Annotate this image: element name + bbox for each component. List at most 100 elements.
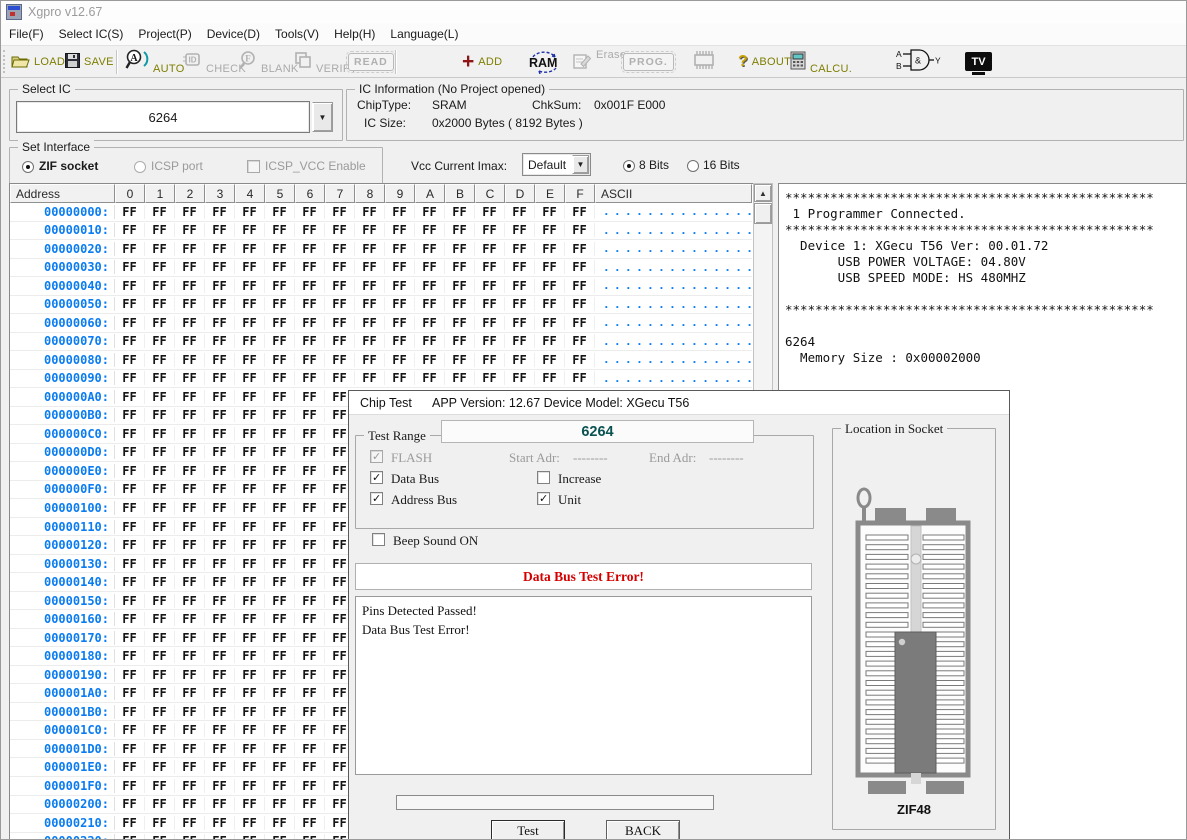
hex-byte-cell[interactable]: FF — [295, 353, 325, 367]
hex-byte-cell[interactable]: FF — [295, 760, 325, 774]
hex-byte-cell[interactable]: FF — [145, 223, 175, 237]
hex-byte-cell[interactable]: FF — [205, 760, 235, 774]
hex-byte-cell[interactable]: FF — [115, 760, 145, 774]
hex-byte-cell[interactable]: FF — [115, 520, 145, 534]
hex-byte-cell[interactable]: FF — [235, 445, 265, 459]
hex-byte-cell[interactable]: FF — [325, 279, 355, 293]
hex-byte-cell[interactable]: FF — [205, 353, 235, 367]
hex-byte-cell[interactable]: FF — [175, 279, 205, 293]
increase-checkbox[interactable] — [537, 471, 550, 484]
hex-byte-cell[interactable]: FF — [295, 594, 325, 608]
hex-byte-cell[interactable]: FF — [265, 723, 295, 737]
hex-byte-cell[interactable]: FF — [145, 520, 175, 534]
hex-byte-cell[interactable]: FF — [385, 260, 415, 274]
hex-byte-cell[interactable]: FF — [535, 297, 565, 311]
hex-byte-cell[interactable]: FF — [295, 668, 325, 682]
hex-byte-cell[interactable]: FF — [535, 260, 565, 274]
hex-byte-cell[interactable]: FF — [145, 538, 175, 552]
menu-item[interactable]: Language(L) — [390, 27, 458, 41]
hex-byte-cell[interactable]: FF — [115, 705, 145, 719]
hex-byte-cell[interactable]: FF — [175, 501, 205, 515]
hex-byte-cell[interactable]: FF — [265, 557, 295, 571]
hex-byte-cell[interactable]: FF — [235, 797, 265, 811]
hex-column-header[interactable]: 3 — [205, 184, 235, 203]
hex-row[interactable]: 00000020:FFFFFFFFFFFFFFFFFFFFFFFFFFFFFFF… — [10, 240, 752, 259]
hex-byte-cell[interactable]: FF — [205, 279, 235, 293]
hex-byte-cell[interactable]: FF — [235, 279, 265, 293]
hex-byte-cell[interactable]: FF — [265, 427, 295, 441]
hex-byte-cell[interactable]: FF — [205, 723, 235, 737]
hex-byte-cell[interactable]: FF — [115, 594, 145, 608]
hex-row[interactable]: 00000040:FFFFFFFFFFFFFFFFFFFFFFFFFFFFFFF… — [10, 277, 752, 296]
hex-byte-cell[interactable]: FF — [325, 260, 355, 274]
hex-row[interactable]: 00000070:FFFFFFFFFFFFFFFFFFFFFFFFFFFFFFF… — [10, 333, 752, 352]
hex-byte-cell[interactable]: FF — [145, 760, 175, 774]
hex-byte-cell[interactable]: FF — [295, 779, 325, 793]
hex-byte-cell[interactable]: FF — [235, 520, 265, 534]
hex-byte-cell[interactable]: FF — [115, 797, 145, 811]
menu-item[interactable]: File(F) — [9, 27, 44, 41]
hex-byte-cell[interactable]: FF — [115, 501, 145, 515]
hex-byte-cell[interactable]: FF — [265, 705, 295, 719]
hex-byte-cell[interactable]: FF — [295, 705, 325, 719]
hex-byte-cell[interactable]: FF — [295, 445, 325, 459]
hex-column-header[interactable]: A — [415, 184, 445, 203]
hex-byte-cell[interactable]: FF — [175, 575, 205, 589]
hex-byte-cell[interactable]: FF — [265, 575, 295, 589]
menu-item[interactable]: Tools(V) — [275, 27, 319, 41]
hex-byte-cell[interactable]: FF — [565, 297, 595, 311]
hex-byte-cell[interactable]: FF — [145, 575, 175, 589]
zif-socket-radio[interactable] — [22, 161, 34, 173]
hex-byte-cell[interactable]: FF — [205, 260, 235, 274]
auto-button[interactable]: A AUTO — [125, 46, 185, 77]
hex-byte-cell[interactable]: FF — [205, 649, 235, 663]
hex-byte-cell[interactable]: FF — [205, 686, 235, 700]
hex-byte-cell[interactable]: FF — [175, 427, 205, 441]
hex-byte-cell[interactable]: FF — [145, 279, 175, 293]
ascii-cell[interactable]: ................ — [595, 261, 752, 274]
hex-byte-cell[interactable]: FF — [325, 334, 355, 348]
hex-byte-cell[interactable]: FF — [505, 371, 535, 385]
hex-byte-cell[interactable]: FF — [205, 594, 235, 608]
hex-byte-cell[interactable]: FF — [145, 594, 175, 608]
hex-byte-cell[interactable]: FF — [175, 779, 205, 793]
hex-byte-cell[interactable]: FF — [175, 353, 205, 367]
add-button[interactable]: + ADD — [462, 46, 502, 77]
hex-byte-cell[interactable]: FF — [535, 334, 565, 348]
hex-byte-cell[interactable]: FF — [295, 816, 325, 830]
hex-byte-cell[interactable]: FF — [115, 390, 145, 404]
hex-byte-cell[interactable]: FF — [445, 371, 475, 385]
hex-byte-cell[interactable]: FF — [235, 316, 265, 330]
hex-column-header[interactable]: 9 — [385, 184, 415, 203]
hex-byte-cell[interactable]: FF — [205, 631, 235, 645]
ic-name-box[interactable]: 6264 — [16, 101, 310, 133]
hex-byte-cell[interactable]: FF — [145, 445, 175, 459]
hex-byte-cell[interactable]: FF — [565, 279, 595, 293]
hex-byte-cell[interactable]: FF — [355, 316, 385, 330]
hex-byte-cell[interactable]: FF — [295, 686, 325, 700]
hex-byte-cell[interactable]: FF — [295, 297, 325, 311]
hex-byte-cell[interactable]: FF — [295, 464, 325, 478]
hex-byte-cell[interactable]: FF — [205, 316, 235, 330]
hex-column-header[interactable]: E — [535, 184, 565, 203]
hex-byte-cell[interactable]: FF — [295, 834, 325, 840]
hex-byte-cell[interactable]: FF — [415, 371, 445, 385]
hex-byte-cell[interactable]: FF — [325, 297, 355, 311]
beep-sound-checkbox[interactable] — [372, 533, 385, 546]
hex-byte-cell[interactable]: FF — [115, 297, 145, 311]
hex-byte-cell[interactable]: FF — [115, 353, 145, 367]
hex-byte-cell[interactable]: FF — [475, 279, 505, 293]
hex-byte-cell[interactable]: FF — [145, 205, 175, 219]
hex-byte-cell[interactable]: FF — [475, 353, 505, 367]
hex-byte-cell[interactable]: FF — [295, 538, 325, 552]
hex-byte-cell[interactable]: FF — [475, 297, 505, 311]
hex-byte-cell[interactable]: FF — [205, 297, 235, 311]
hex-byte-cell[interactable]: FF — [175, 760, 205, 774]
hex-byte-cell[interactable]: FF — [205, 223, 235, 237]
hex-byte-cell[interactable]: FF — [115, 371, 145, 385]
hex-byte-cell[interactable]: FF — [115, 723, 145, 737]
hex-byte-cell[interactable]: FF — [235, 464, 265, 478]
hex-byte-cell[interactable]: FF — [265, 668, 295, 682]
hex-byte-cell[interactable]: FF — [235, 297, 265, 311]
hex-row[interactable]: 00000050:FFFFFFFFFFFFFFFFFFFFFFFFFFFFFFF… — [10, 296, 752, 315]
